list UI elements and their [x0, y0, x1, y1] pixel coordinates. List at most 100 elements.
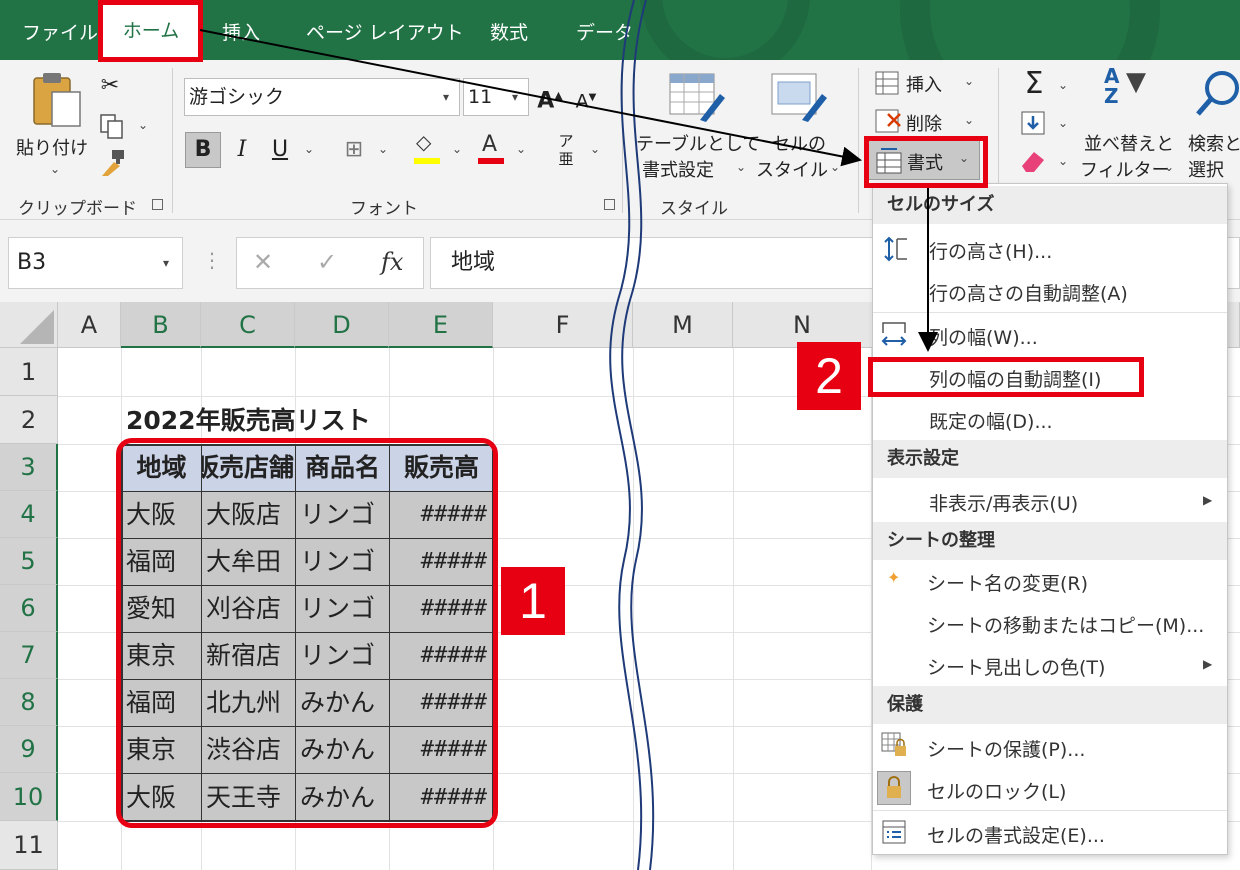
- chevron-down-icon: ⌄: [736, 160, 747, 174]
- fill-icon[interactable]: [1020, 110, 1046, 136]
- clear-icon[interactable]: [1018, 146, 1048, 174]
- menu-item-row-height[interactable]: 行の高さ(H)...: [929, 237, 1052, 264]
- row-header[interactable]: 1: [0, 348, 58, 396]
- row-header[interactable]: 7: [0, 632, 58, 679]
- insert-cells-button[interactable]: 挿入 ⌄: [872, 68, 982, 100]
- sort-filter-button[interactable]: A Z ▼ 並べ替えと フィルター ⌄: [1078, 66, 1178, 184]
- sort-filter-label-2: フィルター: [1080, 160, 1170, 181]
- menu-section-visibility: 表示設定: [873, 440, 1227, 478]
- cell-styles-label-1: セルの: [772, 134, 826, 155]
- tab-formulas[interactable]: 数式: [490, 18, 528, 45]
- menu-item-default-width[interactable]: 既定の幅(D)...: [929, 407, 1053, 434]
- menu-item-move-copy-sheet[interactable]: シートの移動またはコピー(M)...: [927, 611, 1204, 638]
- menu-item-lock-cell[interactable]: セルのロック(L): [927, 777, 1066, 804]
- menu-item-row-autofit[interactable]: 行の高さの自動調整(A): [929, 279, 1128, 306]
- autosum-icon[interactable]: Σ: [1016, 66, 1052, 102]
- chevron-down-icon: ▾: [443, 90, 450, 104]
- table-format-icon: [669, 73, 725, 122]
- row-header[interactable]: 3: [0, 444, 58, 491]
- menu-item-protect-sheet[interactable]: シートの保護(P)...: [927, 735, 1085, 762]
- chevron-down-icon[interactable]: ⌄: [1058, 116, 1068, 130]
- chevron-down-icon: ⌄: [964, 74, 975, 88]
- chevron-down-icon: ▾: [512, 90, 519, 104]
- group-divider: [858, 68, 859, 213]
- row-header[interactable]: 5: [0, 538, 58, 585]
- menu-item-hide-unhide[interactable]: 非表示/再表示(U): [929, 489, 1078, 516]
- find-select-label-1: 検索と: [1188, 134, 1240, 155]
- phonetic-guide-icon[interactable]: ア亜: [548, 132, 584, 168]
- cut-icon[interactable]: ✂: [92, 68, 128, 104]
- paste-icon: [33, 73, 81, 127]
- menu-item-format-cells[interactable]: セルの書式設定(E)...: [927, 821, 1105, 848]
- borders-icon[interactable]: ⊞: [336, 132, 372, 168]
- chevron-down-icon[interactable]: ⌄: [378, 142, 388, 156]
- insert-cells-icon: [875, 71, 899, 95]
- chevron-down-icon[interactable]: ⌄: [1058, 78, 1068, 92]
- find-select-button[interactable]: 検索と 選択: [1184, 66, 1240, 184]
- column-header[interactable]: B: [121, 302, 201, 348]
- cell-styles-icon: [771, 73, 827, 122]
- dialog-launcher-icon[interactable]: [152, 199, 163, 210]
- row-header[interactable]: 9: [0, 726, 58, 773]
- menu-item-tab-color[interactable]: シート見出しの色(T): [927, 653, 1105, 680]
- cell-styles-button[interactable]: セルの スタイル ⌄: [752, 68, 848, 184]
- column-header[interactable]: C: [201, 302, 295, 348]
- font-color-icon[interactable]: A: [476, 132, 506, 166]
- highlight-selected-range: [116, 438, 498, 828]
- confirm-entry-icon[interactable]: ✓: [317, 248, 337, 276]
- delete-cells-button[interactable]: 削除 ⌄: [872, 106, 982, 138]
- format-dropdown-menu: セルのサイズ 行の高さ(H)... 行の高さの自動調整(A) 列の幅(W)...…: [872, 183, 1228, 855]
- row-header[interactable]: 11: [0, 821, 58, 870]
- chevron-down-icon[interactable]: ⌄: [138, 118, 148, 132]
- italic-button[interactable]: I: [224, 132, 260, 168]
- name-box[interactable]: B3 ▾: [8, 237, 183, 289]
- menu-item-rename-sheet[interactable]: シート名の変更(R): [927, 569, 1088, 596]
- chevron-down-icon[interactable]: ⌄: [516, 142, 526, 156]
- bold-label: B: [194, 137, 212, 162]
- underline-button[interactable]: U: [262, 132, 298, 168]
- column-header[interactable]: E: [389, 302, 493, 348]
- protect-sheet-icon: [881, 732, 906, 756]
- tab-page-layout[interactable]: ページ レイアウト: [306, 18, 464, 45]
- submenu-arrow-icon: ▶: [1203, 657, 1213, 671]
- copy-icon[interactable]: [98, 112, 126, 140]
- select-all-button[interactable]: [0, 302, 58, 348]
- formula-buttons: ✕ ✓ fx: [236, 237, 424, 289]
- paste-button[interactable]: 貼り付け ⌄: [14, 68, 92, 180]
- menu-item-column-width[interactable]: 列の幅(W)...: [929, 323, 1038, 350]
- chevron-down-icon[interactable]: ⌄: [304, 142, 314, 156]
- tab-insert[interactable]: 挿入: [222, 18, 260, 45]
- formula-value: 地域: [451, 250, 496, 275]
- chevron-down-icon: ⌄: [1164, 160, 1175, 174]
- rename-sheet-icon: ✦: [887, 568, 901, 587]
- font-size-select[interactable]: 11 ▾: [463, 78, 529, 116]
- highlight-home-tab: [98, 0, 203, 62]
- fill-color-icon[interactable]: ◇: [412, 130, 442, 164]
- column-header[interactable]: A: [58, 302, 121, 348]
- row-header[interactable]: 4: [0, 491, 58, 538]
- search-icon: [1196, 71, 1239, 116]
- row-header[interactable]: 8: [0, 679, 58, 726]
- clipboard-group-label: クリップボード: [18, 199, 137, 219]
- row-header[interactable]: 2: [0, 396, 58, 444]
- bold-button[interactable]: B: [185, 132, 221, 168]
- menu-section-protection: 保護: [873, 686, 1227, 724]
- tab-file[interactable]: ファイル: [22, 18, 98, 45]
- column-header[interactable]: D: [295, 302, 389, 348]
- group-divider: [172, 68, 173, 213]
- grow-font-icon[interactable]: A▲: [532, 78, 568, 114]
- insert-function-icon[interactable]: fx: [381, 248, 403, 276]
- chevron-down-icon[interactable]: ⌄: [1058, 154, 1068, 168]
- cell-styles-label-2: スタイル: [756, 160, 828, 181]
- cancel-entry-icon[interactable]: ✕: [253, 248, 273, 276]
- chevron-down-icon[interactable]: ⌄: [452, 142, 462, 156]
- format-painter-icon[interactable]: [98, 148, 128, 178]
- row-header[interactable]: 6: [0, 585, 58, 632]
- font-name-select[interactable]: 游ゴシック ▾: [184, 78, 460, 116]
- chevron-down-icon: ⌄: [964, 113, 975, 127]
- column-width-icon: [881, 322, 907, 346]
- row-height-icon: [884, 236, 907, 262]
- menu-divider: [873, 810, 1227, 811]
- row-header[interactable]: 10: [0, 773, 58, 821]
- paste-label: 貼り付け: [16, 138, 88, 159]
